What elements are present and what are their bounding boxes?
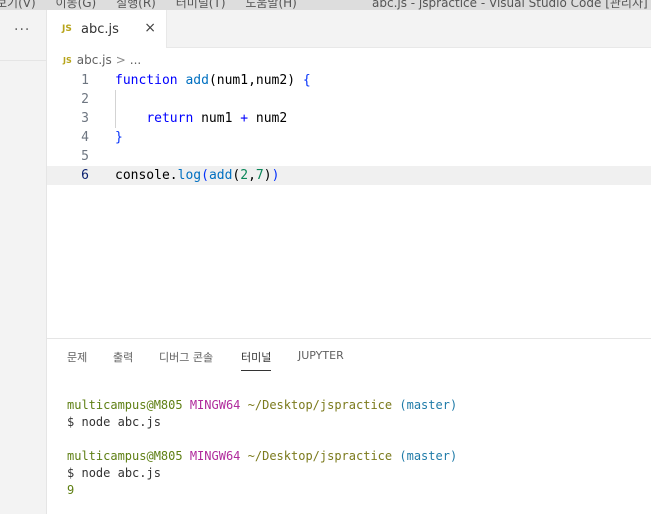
terminal-output[interactable]: multicampus@M805 MINGW64 ~/Desktop/jspra… bbox=[67, 397, 457, 499]
terminal-user: multicampus@M805 bbox=[67, 398, 183, 412]
terminal-branch: (master) bbox=[399, 449, 458, 463]
tab-problems[interactable]: 문제 bbox=[67, 349, 87, 365]
terminal-path: ~/Desktop/jspractice bbox=[247, 398, 393, 412]
code-text: return num1 + num2 bbox=[146, 111, 288, 126]
javascript-file-icon: JS bbox=[63, 55, 72, 65]
tab-output[interactable]: 출력 bbox=[113, 349, 133, 365]
code-line[interactable]: 2 bbox=[47, 90, 651, 109]
breadcrumb: JS abc.js > ... bbox=[47, 49, 651, 71]
code-line-active[interactable]: 6 console.log(add(2,7)) bbox=[47, 166, 651, 185]
close-icon[interactable]: × bbox=[144, 20, 156, 36]
title-bar: 보기(V) 이동(G) 실행(R) 터미널(T) 도움말(H) abc.js -… bbox=[0, 0, 651, 10]
terminal-env: MINGW64 bbox=[189, 449, 241, 463]
terminal-command: node abc.js bbox=[81, 466, 161, 480]
code-text: function add(num1,num2) { bbox=[115, 73, 311, 88]
terminal-result: 9 bbox=[67, 483, 75, 497]
terminal-command: node abc.js bbox=[81, 415, 161, 429]
breadcrumb-symbols[interactable]: ... bbox=[130, 53, 141, 67]
terminal-prompt: $ bbox=[67, 466, 75, 480]
chevron-right-icon: > bbox=[115, 53, 126, 67]
terminal-branch: (master) bbox=[399, 398, 458, 412]
menu-run[interactable]: 실행(R) bbox=[116, 0, 156, 10]
code-line[interactable]: 1 function add(num1,num2) { bbox=[47, 71, 651, 90]
code-editor[interactable]: 1 function add(num1,num2) { 2 3 return n… bbox=[47, 71, 651, 339]
terminal-path: ~/Desktop/jspractice bbox=[247, 449, 393, 463]
menu-go[interactable]: 이동(G) bbox=[55, 0, 96, 10]
line-number: 1 bbox=[81, 73, 89, 88]
line-number: 3 bbox=[81, 111, 89, 126]
menu-view[interactable]: 보기(V) bbox=[0, 0, 36, 10]
javascript-file-icon: JS bbox=[62, 24, 72, 34]
line-number: 5 bbox=[81, 149, 89, 164]
side-bar: ··· bbox=[0, 10, 47, 514]
tab-abc-js[interactable]: JS abc.js × bbox=[47, 10, 167, 48]
code-line[interactable]: 4 } bbox=[47, 128, 651, 147]
menu-bar: 보기(V) 이동(G) 실행(R) 터미널(T) 도움말(H) bbox=[0, 0, 313, 10]
panel-tabs: 문제 출력 디버그 콘솔 터미널 JUPYTER bbox=[47, 339, 651, 375]
tab-debug-console[interactable]: 디버그 콘솔 bbox=[159, 349, 213, 365]
menu-help[interactable]: 도움말(H) bbox=[245, 0, 297, 10]
code-text: } bbox=[115, 130, 123, 145]
tab-terminal[interactable]: 터미널 bbox=[241, 349, 272, 371]
window-title: abc.js - jspractice - Visual Studio Code… bbox=[372, 0, 648, 10]
breadcrumb-file[interactable]: abc.js bbox=[77, 53, 112, 67]
sidebar-divider bbox=[0, 60, 47, 61]
code-text: console.log(add(2,7)) bbox=[115, 168, 280, 183]
editor-tab-bar: JS abc.js × bbox=[47, 10, 651, 48]
terminal-prompt: $ bbox=[67, 415, 75, 429]
bottom-panel: 문제 출력 디버그 콘솔 터미널 JUPYTER multicampus@M80… bbox=[47, 338, 651, 514]
code-line[interactable]: 3 return num1 + num2 bbox=[47, 109, 651, 128]
tab-label: abc.js bbox=[81, 21, 119, 37]
code-line[interactable]: 5 bbox=[47, 147, 651, 166]
line-number: 4 bbox=[81, 130, 89, 145]
line-number: 2 bbox=[81, 92, 89, 107]
terminal-env: MINGW64 bbox=[189, 398, 241, 412]
tab-jupyter[interactable]: JUPYTER bbox=[298, 349, 344, 362]
line-number: 6 bbox=[81, 168, 89, 183]
menu-terminal[interactable]: 터미널(T) bbox=[176, 0, 226, 10]
terminal-user: multicampus@M805 bbox=[67, 449, 183, 463]
more-actions-icon[interactable]: ··· bbox=[14, 22, 30, 38]
